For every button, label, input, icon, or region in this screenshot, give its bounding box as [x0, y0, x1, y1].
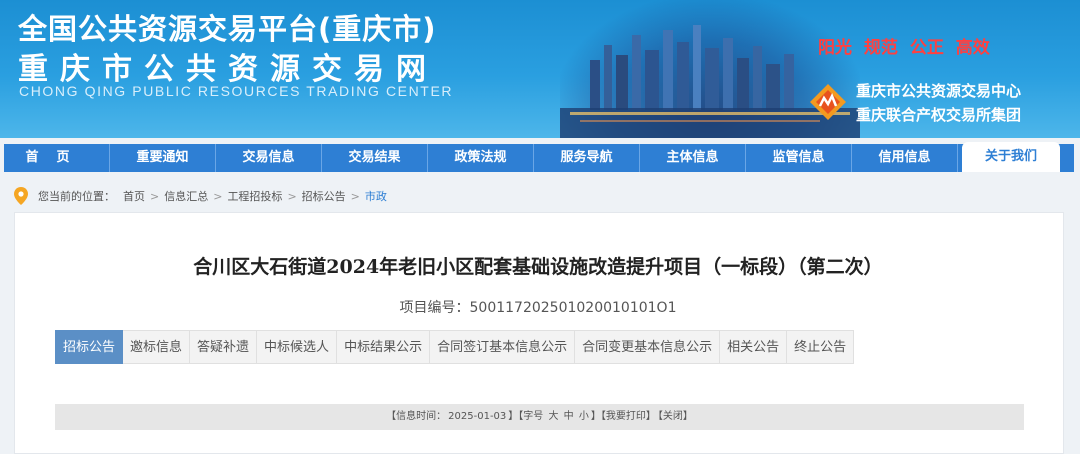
site-name: 重庆市公共资源交易网 — [18, 52, 438, 87]
tab-related-notices[interactable]: 相关公告 — [720, 330, 788, 364]
tab-contract-change[interactable]: 合同变更基本信息公示 — [575, 330, 721, 364]
breadcrumb-separator: > — [350, 189, 360, 203]
platform-title: 全国公共资源交易平台(重庆市) — [18, 12, 437, 46]
project-number-value: 500117202501020010101O1 — [469, 300, 677, 316]
tab-qa-addendum[interactable]: 答疑补遗 — [190, 330, 258, 364]
notice-tabs: 招标公告 邀标信息 答疑补遗 中标候选人 中标结果公示 合同签订基本信息公示 合… — [55, 330, 855, 364]
nav-item-service-guide[interactable]: 服务导航 — [534, 144, 640, 172]
nav-item-policies[interactable]: 政策法规 — [428, 144, 534, 172]
breadcrumb-bidding[interactable]: 工程招投标 — [227, 188, 282, 204]
tab-winning-candidates[interactable]: 中标候选人 — [257, 330, 338, 364]
print-link[interactable]: 】【我要打印】 — [591, 411, 656, 422]
tab-tender-notice[interactable]: 招标公告 — [55, 330, 124, 364]
nav-item-notices[interactable]: 重要通知 — [110, 144, 216, 172]
breadcrumb-home[interactable]: 首页 — [123, 188, 145, 204]
breadcrumb-current[interactable]: 市政 — [365, 188, 387, 204]
tab-termination-notice[interactable]: 终止公告 — [787, 330, 855, 364]
tab-invitation-info[interactable]: 邀标信息 — [123, 330, 191, 364]
info-time-value: 2025-01-03 — [448, 411, 507, 422]
nav-item-about[interactable]: 关于我们 — [962, 142, 1060, 172]
nav-item-trade-results[interactable]: 交易结果 — [322, 144, 428, 172]
breadcrumb-separator: > — [287, 189, 297, 203]
site-name-english: CHONG QING PUBLIC RESOURCES TRADING CENT… — [19, 83, 454, 99]
breadcrumb-prefix: 您当前的位置： — [38, 190, 115, 203]
nav-item-supervision[interactable]: 监管信息 — [746, 144, 852, 172]
font-size-medium-link[interactable]: 中 — [564, 411, 574, 422]
info-time-label: 【信息时间： — [386, 411, 447, 422]
breadcrumb-separator: > — [213, 189, 223, 203]
location-pin-icon — [14, 187, 28, 205]
project-number: 项目编号：500117202501020010101O1 — [0, 297, 1076, 317]
breadcrumb-separator: > — [150, 189, 160, 203]
org-logo-icon — [810, 84, 846, 120]
project-number-label: 项目编号： — [399, 300, 470, 316]
article-info-bar: 【信息时间： 2025-01-03 】【字号 大 中 小】【我要打印】 【关闭】 — [55, 404, 1024, 430]
breadcrumb-tender-notice[interactable]: 招标公告 — [302, 188, 346, 204]
header-banner: 全国公共资源交易平台(重庆市) 重庆市公共资源交易网 CHONG QING PU… — [0, 0, 1080, 138]
breadcrumb: 您当前的位置： 首页 > 信息汇总 > 工程招投标 > 招标公告 > 市政 — [14, 186, 387, 206]
tab-contract-signing[interactable]: 合同签订基本信息公示 — [430, 330, 576, 364]
tab-award-result[interactable]: 中标结果公示 — [337, 330, 431, 364]
font-size-small-link[interactable]: 小 — [579, 411, 589, 422]
nav-item-entity-info[interactable]: 主体信息 — [640, 144, 746, 172]
close-link[interactable]: 【关闭】 — [658, 411, 693, 422]
nav-item-credit[interactable]: 信用信息 — [852, 144, 958, 172]
main-nav: 首页 重要通知 交易信息 交易结果 政策法规 服务导航 主体信息 监管信息 信用… — [4, 142, 1074, 172]
org-name-group: 重庆联合产权交易所集团 — [856, 106, 1022, 124]
nav-item-trade-info[interactable]: 交易信息 — [216, 144, 322, 172]
org-name-center: 重庆市公共资源交易中心 — [856, 82, 1022, 100]
breadcrumb-summary[interactable]: 信息汇总 — [164, 188, 208, 204]
nav-item-home[interactable]: 首页 — [4, 144, 110, 172]
article-title: 合川区大石街道2024年老旧小区配套基础设施改造提升项目（一标段）（第二次） — [193, 256, 883, 278]
slogan: 阳光 规范 公正 高效 — [818, 38, 990, 58]
font-size-large-link[interactable]: 大 — [548, 411, 558, 422]
font-size-label: 】【字号 — [508, 411, 544, 422]
